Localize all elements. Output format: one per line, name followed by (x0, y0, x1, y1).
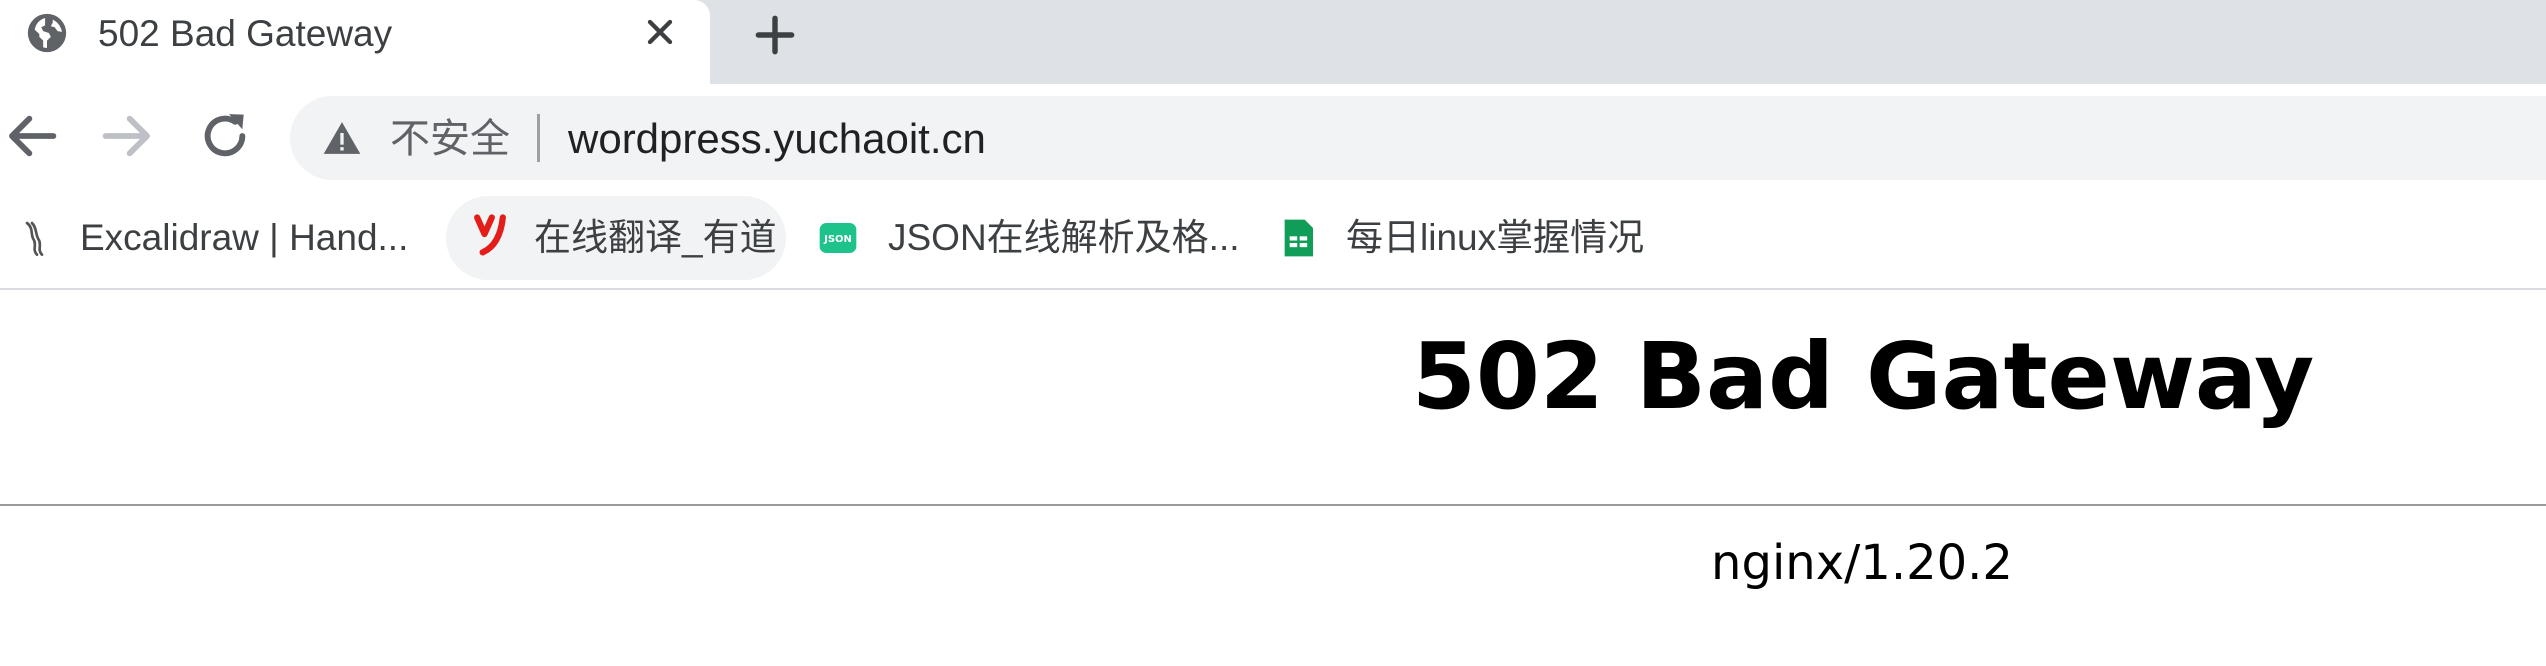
tab-title: 502 Bad Gateway (98, 13, 393, 54)
error-heading: 502 Bad Gateway (1411, 323, 2315, 430)
youdao-icon (474, 214, 506, 256)
url-text[interactable]: wordpress.yuchaoit.cn (568, 114, 986, 164)
browser-toolbar: 不安全 wordpress.yuchaoit.cn (0, 84, 2546, 196)
forward-arrow-icon[interactable] (95, 104, 159, 168)
bookmark-sheets[interactable]: 每日linux掌握情况 (1266, 196, 1666, 288)
svg-text:JSON: JSON (823, 234, 852, 245)
bookmark-excalidraw[interactable]: Excalidraw | Hand... (0, 196, 430, 288)
bookmark-label: 在线翻译_有道 (534, 217, 777, 258)
sheets-icon (1284, 219, 1313, 257)
bookmark-label: 每日linux掌握情况 (1346, 217, 1645, 258)
close-tab-icon[interactable] (640, 12, 680, 52)
page-content: 502 Bad Gateway nginx/1.20.2 (0, 290, 2546, 666)
warning-icon[interactable] (322, 118, 362, 158)
security-status-label[interactable]: 不安全 (390, 115, 510, 163)
bookmarks-bar: Excalidraw | Hand... 在线翻译_有道 JSON JSON在线… (0, 196, 2546, 290)
bookmark-youdao[interactable]: 在线翻译_有道 (446, 196, 786, 288)
bookmark-label: JSON在线解析及格... (888, 217, 1240, 258)
server-signature: nginx/1.20.2 (1711, 535, 2013, 591)
new-tab-icon[interactable] (750, 10, 800, 60)
excalidraw-icon (25, 221, 44, 256)
json-icon: JSON (819, 223, 857, 253)
reload-icon[interactable] (193, 104, 257, 168)
active-tab[interactable]: 502 Bad Gateway (0, 0, 710, 84)
bookmark-label: Excalidraw | Hand... (80, 217, 409, 258)
horizontal-rule (0, 504, 2546, 506)
back-arrow-icon[interactable] (0, 104, 64, 168)
globe-icon (27, 13, 67, 53)
address-bar[interactable]: 不安全 wordpress.yuchaoit.cn (290, 96, 2546, 180)
tab-strip: 502 Bad Gateway (0, 0, 2546, 84)
omnibox-divider (537, 114, 540, 162)
bookmark-json[interactable]: JSON JSON在线解析及格... (806, 196, 1246, 288)
